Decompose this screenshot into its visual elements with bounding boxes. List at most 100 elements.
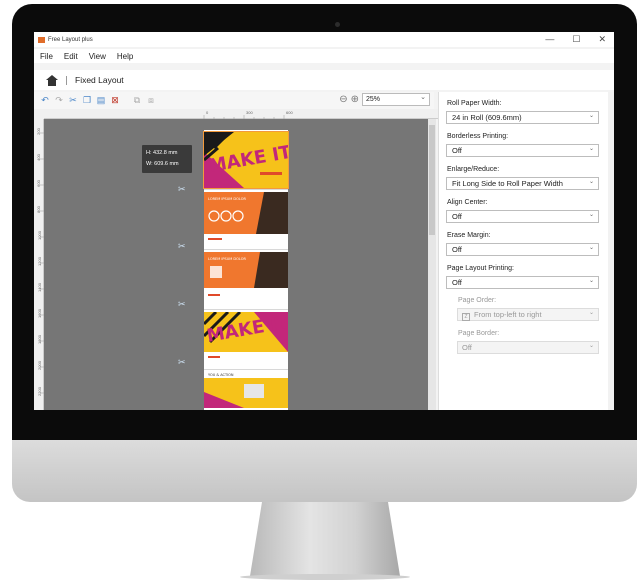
monitor-chin bbox=[12, 440, 637, 502]
roll-width-value: 24 in Roll (609.6mm) bbox=[452, 113, 522, 122]
home-icon[interactable] bbox=[46, 74, 58, 86]
erase-value: Off bbox=[452, 245, 462, 254]
close-button[interactable]: ✕ bbox=[598, 34, 606, 45]
title-bar: Free Layout plus — ☐ ✕ bbox=[34, 32, 614, 47]
breadcrumb-separator bbox=[66, 75, 67, 85]
copy-icon[interactable]: ❐ bbox=[82, 95, 92, 106]
menu-edit[interactable]: Edit bbox=[64, 52, 78, 61]
border-label: Page Border: bbox=[458, 330, 500, 337]
zoom-select[interactable]: 25% bbox=[362, 92, 430, 106]
ruler-left-label: 1800 bbox=[36, 335, 42, 344]
breadcrumb: Fixed Layout bbox=[34, 70, 614, 90]
order-select[interactable]: Z From top-left to right ⌄ bbox=[457, 308, 599, 321]
borderless-select[interactable]: Off ⌄ bbox=[446, 144, 599, 157]
layout-value: Off bbox=[452, 278, 462, 287]
ruler-top-label: 600 bbox=[286, 110, 293, 115]
border-select[interactable]: Off ⌄ bbox=[457, 341, 599, 354]
layout-canvas[interactable]: MAKE IT LOREM IPSUM DOLOR LOREM IPSUM DO… bbox=[44, 119, 428, 410]
layout-page[interactable]: LOREM IPSUM DOLOR bbox=[204, 192, 288, 248]
page-headline: LOREM IPSUM DOLOR bbox=[208, 197, 246, 201]
align-select[interactable]: Off ⌄ bbox=[446, 210, 599, 223]
cut-line-scissors-icon[interactable]: ✂ bbox=[178, 184, 186, 195]
maximize-button[interactable]: ☐ bbox=[572, 34, 580, 45]
page-order-icon: Z bbox=[462, 313, 470, 321]
ruler-left-label: 600 bbox=[35, 180, 41, 187]
ruler-left-label: 400 bbox=[35, 154, 41, 161]
border-value: Off bbox=[462, 343, 472, 352]
minimize-button[interactable]: — bbox=[545, 34, 554, 45]
redo-icon[interactable]: ↷ bbox=[54, 95, 64, 106]
ruler-left-label: 1000 bbox=[36, 231, 42, 240]
window-controls: — ☐ ✕ bbox=[545, 34, 606, 45]
chevron-down-icon: ⌄ bbox=[588, 179, 594, 185]
enlarge-select[interactable]: Fit Long Side to Roll Paper Width ⌄ bbox=[446, 177, 599, 190]
window-title: Free Layout plus bbox=[48, 36, 93, 43]
duplicate-icon[interactable]: ⧉ bbox=[132, 95, 142, 106]
tooltip-height: H: 432.8 mm bbox=[146, 150, 178, 156]
layout-select[interactable]: Off ⌄ bbox=[446, 276, 599, 289]
align-value: Off bbox=[452, 212, 462, 221]
menu-view[interactable]: View bbox=[89, 52, 106, 61]
cut-line-scissors-icon[interactable]: ✂ bbox=[178, 241, 186, 252]
layout-page[interactable]: LOREM IPSUM DOLOR bbox=[204, 252, 288, 308]
ruler-top: 0 300 600 bbox=[44, 109, 438, 119]
order-value: From top-left to right bbox=[474, 310, 542, 319]
ruler-left: 200 400 600 800 1000 1200 1400 1600 1800… bbox=[34, 119, 44, 410]
roll-paper: MAKE IT LOREM IPSUM DOLOR LOREM IPSUM DO… bbox=[203, 130, 289, 410]
menu-bar: File Edit View Help bbox=[34, 49, 614, 63]
layout-page[interactable]: MAKE IT bbox=[204, 312, 288, 368]
camera-dot bbox=[335, 22, 340, 27]
page-headline: LOREM IPSUM DOLOR bbox=[208, 257, 246, 261]
stand-shadow bbox=[240, 574, 410, 580]
menu-file[interactable]: File bbox=[40, 52, 53, 61]
canvas-scroll-thumb[interactable] bbox=[429, 125, 435, 235]
menu-help[interactable]: Help bbox=[117, 52, 133, 61]
breadcrumb-label: Fixed Layout bbox=[75, 75, 124, 85]
tooltip-width: W: 609.6 mm bbox=[146, 161, 179, 167]
zoom-out-icon[interactable]: ⊖ bbox=[339, 94, 347, 105]
chevron-down-icon: ⌄ bbox=[588, 146, 594, 152]
undo-icon[interactable]: ↶ bbox=[40, 95, 50, 106]
ruler-left-label: 2200 bbox=[36, 387, 42, 396]
ruler-left-label: 1200 bbox=[36, 257, 42, 266]
zoom-in-icon[interactable]: ⊕ bbox=[351, 94, 359, 105]
ruler-top-label: 300 bbox=[246, 110, 253, 115]
cut-line-scissors-icon[interactable]: ✂ bbox=[178, 299, 186, 310]
canvas-scrollbar[interactable] bbox=[428, 119, 436, 410]
cut-line-scissors-icon[interactable]: ✂ bbox=[178, 357, 186, 368]
ruler-left-label: 2000 bbox=[36, 361, 42, 370]
roll-width-select[interactable]: 24 in Roll (609.6mm) ⌄ bbox=[446, 111, 599, 124]
chevron-down-icon: ⌄ bbox=[588, 278, 594, 284]
monitor-stand bbox=[250, 502, 400, 576]
erase-select[interactable]: Off ⌄ bbox=[446, 243, 599, 256]
page-headline: YOU & ACTION bbox=[208, 373, 234, 377]
borderless-label: Borderless Printing: bbox=[447, 133, 509, 140]
ruler-top-label: 0 bbox=[206, 110, 209, 115]
cut-icon[interactable]: ✂ bbox=[68, 95, 78, 106]
ruler-left-label: 1600 bbox=[36, 309, 42, 318]
size-tooltip: H: 432.8 mm W: 609.6 mm bbox=[142, 145, 192, 173]
ruler-left-label: 800 bbox=[35, 206, 41, 213]
ruler-corner bbox=[34, 109, 44, 119]
erase-label: Erase Margin: bbox=[447, 232, 491, 239]
chevron-down-icon: ⌄ bbox=[588, 245, 594, 251]
chevron-down-icon: ⌄ bbox=[588, 113, 594, 119]
paste-icon[interactable]: ▤ bbox=[96, 95, 106, 106]
order-label: Page Order: bbox=[458, 297, 497, 304]
chevron-down-icon: ⌄ bbox=[588, 343, 594, 349]
print-settings-panel: Roll Paper Width: 24 in Roll (609.6mm) ⌄ … bbox=[438, 92, 614, 410]
panel-scrollbar[interactable] bbox=[608, 92, 614, 410]
enlarge-label: Enlarge/Reduce: bbox=[447, 166, 500, 173]
roll-width-label: Roll Paper Width: bbox=[447, 100, 502, 107]
edit-toolbar: ↶ ↷ ✂ ❐ ▤ ⊠ ⧉ ⧈ ⊖ ⊕ 25% bbox=[34, 92, 434, 109]
borderless-value: Off bbox=[452, 146, 462, 155]
monitor-mockup: Free Layout plus — ☐ ✕ File Edit View He… bbox=[0, 0, 638, 586]
paste-special-icon[interactable]: ⧈ bbox=[146, 95, 156, 106]
align-label: Align Center: bbox=[447, 199, 488, 206]
app-logo-icon bbox=[38, 36, 45, 43]
ruler-left-label: 200 bbox=[35, 128, 41, 135]
delete-icon[interactable]: ⊠ bbox=[110, 95, 120, 106]
layout-page[interactable]: YOU & ACTION bbox=[204, 372, 288, 410]
layout-page[interactable]: MAKE IT bbox=[203, 131, 289, 189]
app-window: Free Layout plus — ☐ ✕ File Edit View He… bbox=[34, 32, 614, 410]
